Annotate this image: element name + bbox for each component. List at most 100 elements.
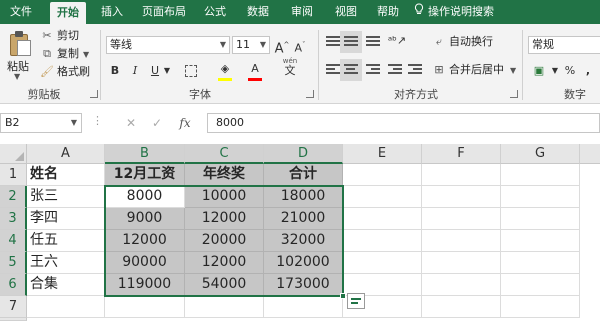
shrink-font-button[interactable]: Aˇ	[292, 36, 308, 55]
italic-button[interactable]: I	[128, 62, 142, 80]
cell-g1[interactable]	[501, 164, 580, 186]
cell-e4[interactable]	[343, 230, 422, 252]
column-header-a[interactable]: A	[27, 144, 105, 164]
cell-d4[interactable]: 32000	[264, 230, 343, 252]
row-header-6[interactable]: 6	[0, 274, 27, 296]
tab-review[interactable]: 审阅	[284, 0, 320, 24]
cut-button[interactable]: ✂ 剪切	[40, 28, 79, 44]
cell-c1[interactable]: 年终奖	[185, 164, 264, 186]
cell-f5[interactable]	[422, 252, 501, 274]
cell-a4[interactable]: 任五	[27, 230, 105, 252]
cell-b5[interactable]: 90000	[105, 252, 185, 274]
cell-a1[interactable]: 姓名	[27, 164, 105, 186]
cell-c4[interactable]: 20000	[185, 230, 264, 252]
cell-g7[interactable]	[501, 296, 580, 318]
comma-style-button[interactable]: ,	[582, 62, 594, 80]
column-header-g[interactable]: G	[501, 144, 580, 164]
cell-d2[interactable]: 18000	[264, 186, 343, 208]
tab-view[interactable]: 视图	[328, 0, 364, 24]
row-header-3[interactable]: 3	[0, 208, 27, 230]
tell-me-search[interactable]: 操作说明搜索	[414, 0, 514, 24]
borders-button[interactable]	[180, 62, 202, 80]
phonetic-guide-button[interactable]: wén 文	[278, 56, 302, 76]
align-right-icon[interactable]	[366, 64, 380, 76]
copy-button[interactable]: ⧉ 复制 ▼	[40, 46, 89, 62]
cell-f4[interactable]	[422, 230, 501, 252]
cell-g3[interactable]	[501, 208, 580, 230]
cell-g6[interactable]	[501, 274, 580, 296]
tab-page-layout[interactable]: 页面布局	[138, 0, 190, 24]
cell-b4[interactable]: 12000	[105, 230, 185, 252]
cell-g4[interactable]	[501, 230, 580, 252]
cell-d1[interactable]: 合计	[264, 164, 343, 186]
number-format-select[interactable]: 常规	[528, 36, 600, 54]
font-size-select[interactable]: 11 ▼	[232, 36, 270, 54]
tab-insert[interactable]: 插入	[94, 0, 130, 24]
cell-f2[interactable]	[422, 186, 501, 208]
cell-c6[interactable]: 54000	[185, 274, 264, 296]
column-header-d[interactable]: D	[264, 144, 343, 164]
cell-b1[interactable]: 12月工资	[105, 164, 185, 186]
percent-style-button[interactable]: %	[562, 62, 578, 80]
cell-b7[interactable]	[105, 296, 185, 318]
cell-g2[interactable]	[501, 186, 580, 208]
cell-a3[interactable]: 李四	[27, 208, 105, 230]
cell-g5[interactable]	[501, 252, 580, 274]
cell-b2[interactable]: 8000	[105, 186, 185, 208]
wrap-text-button[interactable]: ⤶ 自动换行	[432, 34, 493, 50]
confirm-entry-icon[interactable]: ✓	[146, 113, 168, 133]
cell-c3[interactable]: 12000	[185, 208, 264, 230]
bold-button[interactable]: B	[108, 62, 122, 80]
cell-c2[interactable]: 10000	[185, 186, 264, 208]
top-align-icon[interactable]	[326, 36, 340, 48]
alignment-dialog-launcher[interactable]	[510, 90, 518, 98]
cell-d6[interactable]: 173000	[264, 274, 343, 296]
cell-e5[interactable]	[343, 252, 422, 274]
cell-f7[interactable]	[422, 296, 501, 318]
decrease-indent-icon[interactable]	[388, 64, 402, 76]
tab-file[interactable]: 文件	[2, 0, 40, 24]
formula-bar-grip[interactable]: ⋮	[92, 114, 103, 127]
font-name-select[interactable]: 等线 ▼	[106, 36, 230, 54]
cell-c7[interactable]	[185, 296, 264, 318]
tab-data[interactable]: 数据	[240, 0, 276, 24]
formula-input[interactable]: 8000	[207, 113, 600, 133]
cell-b6[interactable]: 119000	[105, 274, 185, 296]
font-dialog-launcher[interactable]	[306, 90, 314, 98]
format-painter-button[interactable]: 🖌 格式刷	[40, 64, 90, 80]
row-header-4[interactable]: 4	[0, 230, 27, 252]
accounting-format-button[interactable]: ▣	[528, 62, 550, 80]
row-header-2[interactable]: 2	[0, 186, 27, 208]
orientation-button[interactable]: ᵃᵇ↗	[386, 32, 408, 50]
cell-d7[interactable]	[264, 296, 343, 318]
fill-handle[interactable]	[340, 293, 346, 299]
column-header-b[interactable]: B	[105, 144, 185, 164]
font-color-button[interactable]: A	[246, 60, 264, 78]
quick-analysis-icon[interactable]	[347, 293, 365, 309]
cell-e1[interactable]	[343, 164, 422, 186]
cell-a5[interactable]: 王六	[27, 252, 105, 274]
tab-home[interactable]: 开始	[50, 2, 86, 24]
column-header-e[interactable]: E	[343, 144, 422, 164]
merge-center-button[interactable]: ⊞ 合并后居中 ▼	[432, 62, 516, 78]
column-header-f[interactable]: F	[422, 144, 501, 164]
align-left-icon[interactable]	[326, 64, 340, 76]
grow-font-button[interactable]: A^	[274, 36, 290, 56]
cell-a7[interactable]	[27, 296, 105, 318]
cell-e2[interactable]	[343, 186, 422, 208]
cell-b3[interactable]: 9000	[105, 208, 185, 230]
cell-c5[interactable]: 12000	[185, 252, 264, 274]
insert-function-button[interactable]: fx	[174, 113, 196, 133]
increase-indent-icon[interactable]	[408, 64, 422, 76]
bottom-align-icon[interactable]	[366, 36, 380, 48]
row-header-1[interactable]: 1	[0, 164, 27, 186]
tab-formulas[interactable]: 公式	[198, 0, 232, 24]
chevron-down-icon[interactable]: ▼	[550, 62, 560, 80]
cell-d5[interactable]: 102000	[264, 252, 343, 274]
row-header-5[interactable]: 5	[0, 252, 27, 274]
cell-f6[interactable]	[422, 274, 501, 296]
underline-button[interactable]: U	[148, 62, 162, 80]
column-header-h[interactable]	[580, 144, 600, 164]
fill-color-button[interactable]: ◈	[216, 60, 234, 78]
cell-f1[interactable]	[422, 164, 501, 186]
